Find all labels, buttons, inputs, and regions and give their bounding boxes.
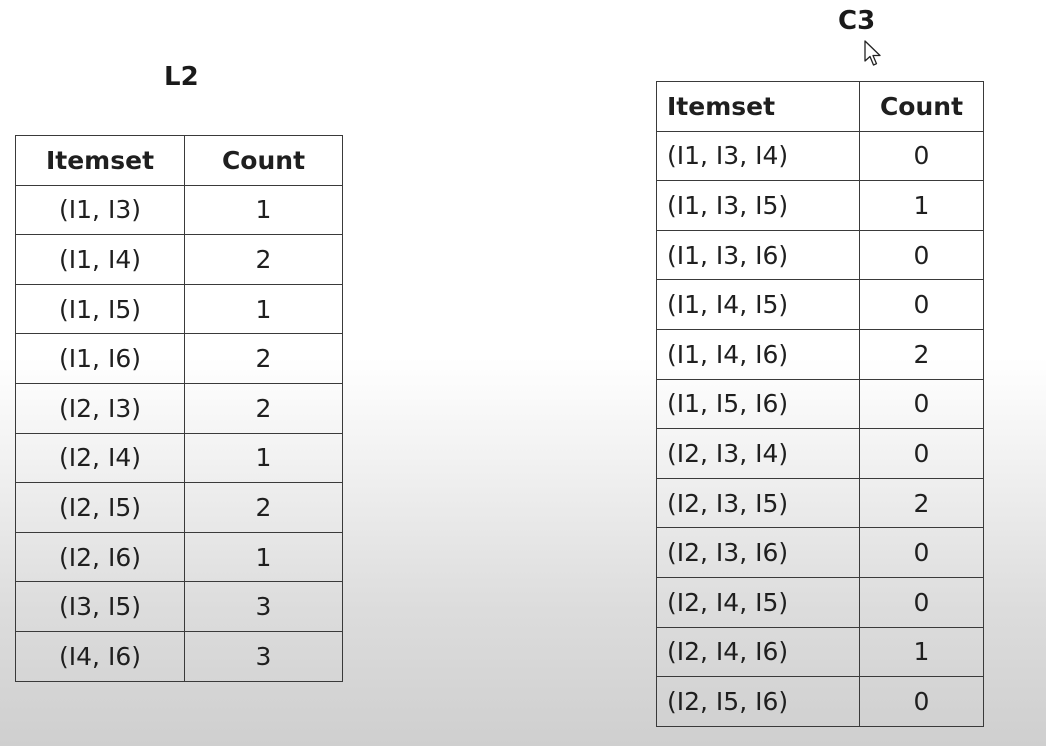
itemset-cell: (I2, I3, I5) [656, 477, 860, 529]
table-row: (I2, I3, I6) 0 [656, 527, 984, 578]
count-cell: 2 [184, 482, 343, 533]
itemset-cell: (I2, I4) [15, 432, 185, 484]
itemset-cell: (I2, I6) [15, 531, 185, 583]
itemset-cell: (I1, I3, I6) [656, 229, 860, 281]
l2-title: L2 [164, 62, 199, 92]
table-row: (I1, I3) 1 [15, 184, 343, 236]
itemset-cell: (I2, I3, I6) [656, 527, 860, 578]
itemset-cell: (I1, I5) [15, 283, 185, 335]
table-row: (I1, I3, I5) 1 [656, 180, 984, 231]
itemset-cell: (I1, I3) [15, 184, 185, 236]
count-cell: 1 [184, 531, 343, 583]
count-cell: 1 [184, 432, 343, 484]
table-row: (I1, I5) 1 [15, 283, 343, 335]
count-cell: 0 [859, 676, 984, 727]
table-row: (I2, I3, I5) 2 [656, 477, 984, 529]
itemset-cell: (I2, I4, I6) [656, 626, 860, 678]
itemset-column-header: Itemset [15, 135, 185, 186]
c3-title: C3 [838, 6, 876, 36]
itemset-cell: (I1, I3, I5) [656, 180, 860, 231]
itemset-cell: (I2, I3, I4) [656, 428, 860, 479]
count-cell: 1 [184, 283, 343, 335]
count-cell: 0 [859, 428, 984, 479]
count-cell: 2 [859, 477, 984, 529]
count-cell: 0 [859, 279, 984, 330]
count-cell: 1 [859, 626, 984, 678]
table-row: (I1, I4, I5) 0 [656, 279, 984, 330]
table-row: (I2, I3, I4) 0 [656, 428, 984, 479]
itemset-cell: (I1, I4) [15, 234, 185, 285]
count-cell: 2 [859, 328, 984, 380]
count-cell: 0 [859, 576, 984, 628]
table-header-row: Itemset Count [15, 135, 343, 186]
itemset-cell: (I2, I4, I5) [656, 576, 860, 628]
table-row: (I2, I4, I5) 0 [656, 576, 984, 628]
table-row: (I2, I5, I6) 0 [656, 676, 984, 727]
l2-table: Itemset Count (I1, I3) 1 (I1, I4) 2 (I1, I… [15, 135, 343, 682]
itemset-cell: (I2, I3) [15, 382, 185, 434]
count-cell: 2 [184, 333, 343, 384]
itemset-cell: (I1, I4, I5) [656, 279, 860, 330]
table-row: (I1, I5, I6) 0 [656, 378, 984, 430]
count-cell: 1 [184, 184, 343, 236]
itemset-cell: (I1, I3, I4) [656, 130, 860, 182]
table-row: (I2, I4, I6) 1 [656, 626, 984, 678]
table-row: (I2, I6) 1 [15, 531, 343, 583]
count-column-header: Count [184, 135, 343, 186]
itemset-cell: (I1, I6) [15, 333, 185, 384]
table-row: (I1, I6) 2 [15, 333, 343, 384]
count-cell: 0 [859, 527, 984, 578]
table-row: (I2, I3) 2 [15, 382, 343, 434]
itemset-cell: (I1, I4, I6) [656, 328, 860, 380]
count-cell: 3 [184, 581, 343, 632]
count-column-header: Count [859, 81, 984, 132]
count-cell: 2 [184, 234, 343, 285]
table-row: (I3, I5) 3 [15, 581, 343, 632]
count-cell: 2 [184, 382, 343, 434]
table-row: (I1, I3, I6) 0 [656, 229, 984, 281]
itemset-cell: (I2, I5, I6) [656, 676, 860, 727]
c3-table: Itemset Count (I1, I3, I4) 0 (I1, I3, I5)… [656, 81, 984, 727]
table-row: (I2, I5) 2 [15, 482, 343, 533]
count-cell: 3 [184, 630, 343, 682]
count-cell: 0 [859, 130, 984, 182]
table-row: (I2, I4) 1 [15, 432, 343, 484]
table-row: (I4, I6) 3 [15, 630, 343, 682]
itemset-cell: (I2, I5) [15, 482, 185, 533]
count-cell: 0 [859, 229, 984, 281]
table-row: (I1, I4, I6) 2 [656, 328, 984, 380]
count-cell: 1 [859, 180, 984, 231]
table-row: (I1, I3, I4) 0 [656, 130, 984, 182]
table-row: (I1, I4) 2 [15, 234, 343, 285]
table-header-row: Itemset Count [656, 81, 984, 132]
count-cell: 0 [859, 378, 984, 430]
itemset-cell: (I4, I6) [15, 630, 185, 682]
itemset-cell: (I3, I5) [15, 581, 185, 632]
mouse-pointer-icon [864, 40, 881, 66]
itemset-column-header: Itemset [656, 81, 860, 132]
itemset-cell: (I1, I5, I6) [656, 378, 860, 430]
